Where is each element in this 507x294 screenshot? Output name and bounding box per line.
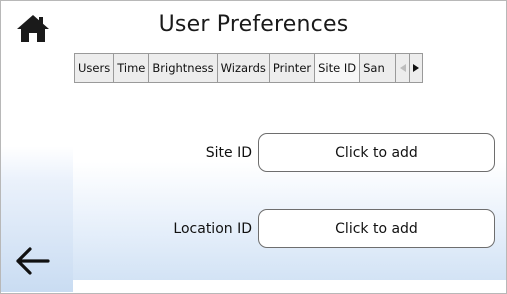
tab-time[interactable]: Time (113, 53, 149, 83)
site-id-panel (73, 83, 506, 280)
tab-scroll-left-button[interactable] (395, 53, 410, 83)
site-id-label: Site ID (205, 145, 252, 161)
tab-san[interactable]: San (359, 53, 396, 83)
tab-site-id[interactable]: Site ID (314, 53, 360, 83)
sidebar (1, 1, 73, 292)
page-title: User Preferences (158, 12, 349, 37)
site-id-field[interactable]: Click to add (258, 133, 495, 172)
tab-printer[interactable]: Printer (268, 53, 315, 83)
tab-scroll-right-button[interactable] (409, 53, 424, 83)
caret-left-icon (399, 64, 406, 72)
tab-wizards[interactable]: Wizards (216, 53, 269, 83)
home-button[interactable] (16, 13, 50, 43)
arrow-left-icon (16, 247, 50, 275)
tab-brightness[interactable]: Brightness (148, 53, 217, 83)
back-button[interactable] (13, 245, 51, 277)
tab-bar: Users Time Brightness Wizards Printer Si… (74, 53, 505, 83)
bottom-strip (73, 280, 506, 293)
home-icon (17, 15, 49, 42)
tab-users[interactable]: Users (74, 53, 114, 83)
location-id-label: Location ID (173, 221, 252, 237)
location-id-field[interactable]: Click to add (258, 209, 495, 248)
caret-right-icon (413, 64, 420, 72)
